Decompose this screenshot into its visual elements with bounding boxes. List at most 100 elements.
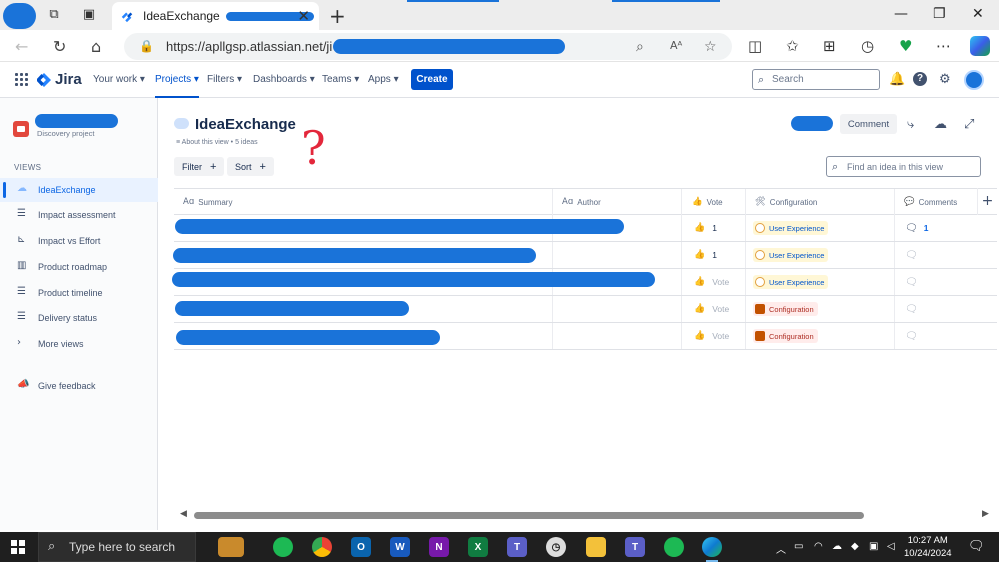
- sidebar-item-more-views[interactable]: › More views: [0, 332, 158, 356]
- scroll-right-icon[interactable]: ▶: [982, 509, 989, 519]
- outlook-icon[interactable]: O: [351, 537, 371, 557]
- column-comments[interactable]: 💬 Comments: [894, 189, 977, 215]
- column-summary[interactable]: Aɑ Summary: [174, 189, 552, 215]
- configuration-cell[interactable]: User Experience: [745, 269, 894, 295]
- share-icon[interactable]: ⤷: [907, 117, 914, 132]
- spotify-icon[interactable]: [273, 537, 293, 557]
- jira-logo[interactable]: Jira: [37, 71, 82, 88]
- configuration-cell[interactable]: User Experience: [745, 242, 894, 268]
- sidebar-item-delivery-status[interactable]: ☰ Delivery status: [0, 306, 158, 330]
- column-author[interactable]: Aɑ Author: [552, 189, 681, 215]
- excel-icon[interactable]: X: [468, 537, 488, 557]
- vote-cell[interactable]: 👍 Vote: [681, 296, 745, 322]
- author-cell[interactable]: [552, 242, 681, 268]
- give-feedback-link[interactable]: 📣 Give feedback: [0, 374, 158, 398]
- find-idea-input[interactable]: ⌕ Find an idea in this view: [826, 156, 981, 177]
- nav-apps[interactable]: Apps ▾: [368, 74, 399, 85]
- redacted-summary[interactable]: [176, 330, 440, 345]
- help-icon[interactable]: ?: [913, 72, 927, 86]
- sidebar-item-impact-vs-effort[interactable]: ⊾ Impact vs Effort: [0, 229, 158, 253]
- new-tab-icon[interactable]: +: [329, 4, 346, 28]
- workspaces-icon[interactable]: ⧉: [46, 7, 62, 23]
- refresh-icon[interactable]: ↻: [53, 37, 66, 56]
- notifications-center-icon[interactable]: 🗨: [968, 539, 985, 554]
- chrome-icon[interactable]: [312, 537, 332, 557]
- tray-app-icon[interactable]: ◆: [851, 541, 859, 552]
- comments-cell[interactable]: 🗨 1: [894, 215, 977, 241]
- user-avatar[interactable]: [964, 70, 984, 90]
- nav-your-work[interactable]: Your work ▾: [93, 74, 145, 85]
- sort-button[interactable]: Sort +: [227, 157, 274, 176]
- word-icon[interactable]: W: [390, 537, 410, 557]
- taskbar-search[interactable]: ⌕ Type here to search: [38, 532, 196, 562]
- author-cell[interactable]: [552, 296, 681, 322]
- sidebar-item-product-roadmap[interactable]: ▥ Product roadmap: [0, 255, 158, 279]
- minimize-icon[interactable]: —: [894, 6, 908, 22]
- sidebar-item-product-timeline[interactable]: ☰ Product timeline: [0, 281, 158, 305]
- comment-button[interactable]: Comment: [840, 114, 897, 134]
- nav-teams[interactable]: Teams ▾: [322, 74, 359, 85]
- split-screen-icon[interactable]: ◫: [748, 37, 762, 55]
- vote-cell[interactable]: 👍 1: [681, 242, 745, 268]
- nav-filters[interactable]: Filters ▾: [207, 74, 242, 85]
- back-icon[interactable]: ←: [15, 37, 28, 56]
- comments-cell[interactable]: 🗨: [894, 269, 977, 295]
- column-configuration[interactable]: 🛠 Configuration: [745, 189, 894, 215]
- scroll-left-icon[interactable]: ◀: [180, 509, 187, 519]
- volume-icon[interactable]: ◁: [887, 541, 895, 552]
- sidebar-item-impact-assessment[interactable]: ☰ Impact assessment: [0, 203, 158, 227]
- browser-essentials-icon[interactable]: ♥: [899, 37, 912, 55]
- teams-notification-icon[interactable]: T: [625, 537, 645, 557]
- settings-more-icon[interactable]: ⋯: [936, 37, 951, 55]
- redacted-summary[interactable]: [172, 272, 655, 287]
- redacted-button[interactable]: [791, 116, 833, 131]
- fullscreen-icon[interactable]: ⤢: [964, 117, 974, 132]
- read-aloud-icon[interactable]: Aᴬ: [670, 39, 682, 52]
- comments-cell[interactable]: 🗨: [894, 242, 977, 268]
- vote-cell[interactable]: 👍 Vote: [681, 269, 745, 295]
- tray-app-icon[interactable]: ▣: [869, 541, 878, 552]
- collections-icon[interactable]: ⊞: [823, 37, 836, 55]
- configuration-cell[interactable]: Configuration: [745, 296, 894, 322]
- configuration-cell[interactable]: Configuration: [745, 323, 894, 349]
- taskbar-clock[interactable]: 10:27 AM 10/24/2024: [904, 534, 952, 560]
- windows-start-icon[interactable]: [11, 540, 25, 554]
- nav-dashboards[interactable]: Dashboards ▾: [253, 74, 315, 85]
- onedrive-icon[interactable]: ☁: [832, 541, 842, 552]
- copilot-icon[interactable]: [970, 36, 990, 56]
- show-hidden-icons-icon[interactable]: ︿: [776, 541, 786, 556]
- app-switcher-icon[interactable]: [15, 73, 28, 86]
- edge-icon[interactable]: [702, 537, 722, 562]
- author-cell[interactable]: [552, 323, 681, 349]
- wifi-icon[interactable]: ◠: [814, 541, 823, 552]
- file-explorer-icon[interactable]: [586, 537, 606, 557]
- briefcase-app-icon[interactable]: [218, 537, 244, 557]
- settings-gear-icon[interactable]: ⚙: [939, 72, 951, 87]
- nav-projects[interactable]: Projects ▾: [155, 74, 199, 98]
- configuration-cell[interactable]: User Experience: [745, 215, 894, 241]
- favorite-star-icon[interactable]: ☆: [704, 39, 717, 55]
- clock-app-icon[interactable]: ◷: [546, 537, 566, 557]
- column-vote[interactable]: 👍 Vote: [681, 189, 745, 215]
- notifications-icon[interactable]: 🔔: [889, 72, 905, 87]
- browser-profile-avatar[interactable]: [3, 3, 36, 29]
- add-column-icon[interactable]: +: [977, 188, 997, 215]
- home-icon[interactable]: ⌂: [91, 37, 101, 56]
- lock-icon[interactable]: 🔒: [139, 39, 154, 53]
- window-close-icon[interactable]: ✕: [972, 6, 984, 22]
- url-field[interactable]: 🔒 https://apllgsp.atlassian.net/ji ⌕ Aᴬ …: [124, 33, 732, 60]
- jira-search-input[interactable]: ⌕ Search: [752, 69, 880, 90]
- create-button[interactable]: Create: [411, 69, 453, 90]
- vote-cell[interactable]: 👍 Vote: [681, 323, 745, 349]
- redacted-summary[interactable]: [175, 301, 409, 316]
- redacted-summary[interactable]: [173, 248, 536, 263]
- favorites-icon[interactable]: ✩: [786, 37, 799, 55]
- onenote-icon[interactable]: N: [429, 537, 449, 557]
- history-icon[interactable]: ◷: [861, 37, 874, 55]
- tab-actions-icon[interactable]: ▣: [81, 7, 97, 23]
- vote-cell[interactable]: 👍 1: [681, 215, 745, 241]
- restore-icon[interactable]: ❐: [933, 6, 946, 22]
- about-view-link[interactable]: ≡ About this view • 5 ideas: [176, 139, 258, 146]
- battery-icon[interactable]: ▭: [794, 541, 803, 552]
- zoom-icon[interactable]: ⌕: [636, 39, 644, 55]
